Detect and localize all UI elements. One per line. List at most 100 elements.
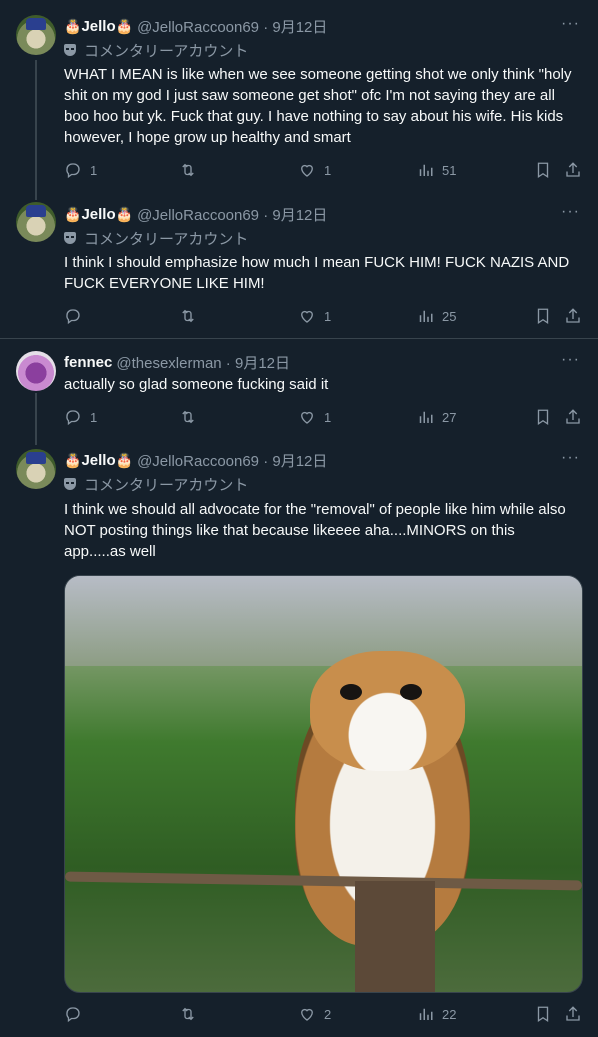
account-label: コメンタリーアカウント (64, 474, 248, 494)
avatar[interactable] (16, 449, 56, 489)
view-count: 27 (442, 409, 457, 425)
avatar[interactable] (16, 15, 56, 55)
reply-icon (64, 1005, 82, 1023)
views-button[interactable]: 27 (416, 407, 456, 427)
like-count: 2 (324, 1006, 332, 1022)
account-label: コメンタリーアカウント (64, 40, 248, 60)
name-text: Jello (81, 205, 116, 223)
views-button[interactable]: 25 (416, 306, 456, 326)
bookmark-icon (534, 307, 552, 325)
reply-icon (64, 408, 82, 426)
tweet[interactable]: 🎂 Jello 🎂 @JelloRaccoon69 · 9月12日 ··· コメンタ… (0, 0, 598, 190)
reply-icon (64, 307, 82, 325)
tweet[interactable]: 🎂 Jello 🎂 @JelloRaccoon69 · 9月12日 ··· コメンタ… (0, 190, 598, 338)
views-button[interactable]: 22 (416, 1004, 456, 1024)
cake-emoji: 🎂 (115, 205, 134, 222)
tweet-text: WHAT I MEAN is like when we see someone … (64, 66, 572, 146)
view-count: 22 (442, 1006, 457, 1022)
reply-button[interactable]: 1 (64, 407, 97, 427)
share-icon (564, 408, 582, 426)
more-dots-icon[interactable]: ··· (561, 449, 580, 467)
handle[interactable]: @JelloRaccoon69 · 9月12日 (137, 204, 327, 225)
bookmark-button[interactable] (534, 306, 552, 326)
views-icon (416, 408, 434, 426)
avatar[interactable] (16, 202, 56, 242)
tweet-header: 🎂 Jello 🎂 @JelloRaccoon69 · 9月12日 (64, 450, 327, 470)
retweet-button[interactable] (179, 407, 205, 427)
share-icon (564, 1005, 582, 1023)
bookmark-button[interactable] (534, 160, 552, 180)
share-button[interactable] (564, 407, 582, 427)
retweet-icon (179, 1005, 197, 1023)
avatar[interactable] (16, 351, 56, 391)
account-label: コメンタリーアカウント (64, 228, 248, 248)
share-button[interactable] (564, 1004, 582, 1024)
mask-icon (64, 232, 76, 244)
display-name[interactable]: fennec (64, 354, 112, 371)
like-button[interactable]: 1 (298, 306, 331, 326)
cake-emoji: 🎂 (64, 17, 82, 34)
action-bar: 1 25 (64, 306, 584, 326)
tweet-media-image[interactable] (64, 575, 583, 993)
reply-icon (64, 161, 82, 179)
share-button[interactable] (564, 160, 582, 180)
views-button[interactable]: 51 (416, 160, 456, 180)
retweet-button[interactable] (179, 1004, 205, 1024)
heart-icon (298, 408, 316, 426)
retweet-icon (179, 161, 197, 179)
tweet[interactable]: fennec @thesexlerman · 9月12日 ··· actuall… (0, 339, 598, 439)
reply-button[interactable] (64, 306, 90, 326)
view-count: 51 (442, 162, 457, 178)
reply-button[interactable]: 1 (64, 160, 97, 180)
cat-eye (400, 684, 422, 700)
reply-count: 1 (90, 409, 98, 425)
heart-icon (298, 1005, 316, 1023)
share-icon (564, 307, 582, 325)
action-bar: 1 1 27 (64, 407, 584, 427)
share-button[interactable] (564, 306, 582, 326)
action-bar: 1 1 51 (64, 160, 584, 180)
bookmark-button[interactable] (534, 1004, 552, 1024)
timestamp: 9月12日 (234, 354, 291, 372)
tweet-header: fennec @thesexlerman · 9月12日 (64, 352, 290, 372)
more-dots-icon[interactable]: ··· (561, 15, 580, 33)
more-dots-icon[interactable]: ··· (561, 351, 580, 369)
cat-eye (340, 684, 362, 700)
heart-icon (298, 307, 316, 325)
like-button[interactable]: 2 (298, 1004, 331, 1024)
retweet-icon (179, 408, 197, 426)
tweet-header: 🎂 Jello 🎂 @JelloRaccoon69 · 9月12日 (64, 204, 327, 224)
display-name[interactable]: 🎂 Jello 🎂 (64, 206, 133, 223)
display-name[interactable]: 🎂 Jello 🎂 (64, 452, 133, 469)
like-button[interactable]: 1 (298, 407, 331, 427)
bookmark-icon (534, 161, 552, 179)
reply-button[interactable] (64, 1004, 90, 1024)
action-bar: 2 22 (64, 1004, 584, 1024)
like-count: 1 (324, 162, 332, 178)
bookmark-icon (534, 1005, 552, 1023)
tweet-text: I think we should all advocate for the "… (64, 501, 566, 560)
tweet-text: actually so glad someone fucking said it (64, 376, 329, 393)
views-icon (416, 161, 434, 179)
like-button[interactable]: 1 (298, 160, 331, 180)
retweet-button[interactable] (179, 306, 205, 326)
mask-icon (64, 44, 76, 56)
retweet-icon (179, 307, 197, 325)
cake-emoji: 🎂 (115, 451, 134, 468)
bookmark-button[interactable] (534, 407, 552, 427)
retweet-button[interactable] (179, 160, 205, 180)
mask-icon (64, 478, 76, 490)
tweet-header: 🎂 Jello 🎂 @JelloRaccoon69 · 9月12日 (64, 16, 327, 36)
display-name[interactable]: 🎂 Jello 🎂 (64, 18, 133, 35)
timestamp: 9月12日 (272, 206, 328, 224)
tweet-text: I think I should emphasize how much I me… (64, 254, 570, 292)
handle[interactable]: @thesexlerman · 9月12日 (116, 352, 290, 373)
handle[interactable]: @JelloRaccoon69 · 9月12日 (137, 450, 327, 471)
view-count: 25 (442, 308, 457, 324)
stump (355, 881, 435, 992)
timestamp: 9月12日 (272, 18, 328, 36)
cake-emoji: 🎂 (115, 17, 134, 34)
handle[interactable]: @JelloRaccoon69 · 9月12日 (137, 16, 327, 37)
more-dots-icon[interactable]: ··· (561, 203, 580, 221)
name-text: Jello (81, 17, 116, 35)
